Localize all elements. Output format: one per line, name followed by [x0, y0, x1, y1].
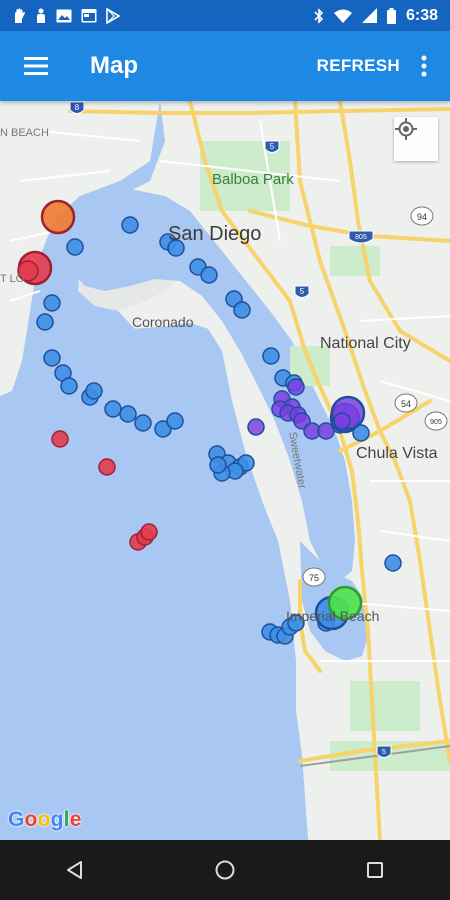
shield-r75: 75: [302, 567, 326, 587]
blue-sensor-marker[interactable]: [200, 266, 218, 284]
blue-sensor-marker[interactable]: [209, 456, 227, 474]
page-title: Map: [90, 52, 138, 79]
purple-sensor-marker[interactable]: [333, 412, 351, 430]
green-area-2: [350, 681, 420, 731]
hand-icon: [15, 8, 25, 23]
blue-sensor-marker[interactable]: [104, 400, 122, 418]
svg-text:5: 5: [300, 287, 305, 296]
blue-sensor-marker[interactable]: [66, 238, 84, 256]
shield-i8: 8: [69, 101, 85, 114]
red-sensor-marker[interactable]: [98, 458, 116, 476]
wifi-icon: [333, 9, 352, 23]
shield-r54: 54: [394, 393, 418, 413]
my-location-button[interactable]: [394, 117, 438, 161]
label-chula-vista: Chula Vista: [356, 445, 438, 462]
label-national-city: National City: [320, 335, 411, 352]
hamburger-menu-icon: [24, 57, 48, 75]
notification-icons: [12, 7, 120, 24]
blue-sensor-marker[interactable]: [233, 301, 251, 319]
label-ocean-beach: N BEACH: [0, 127, 49, 139]
svg-text:5: 5: [270, 142, 275, 151]
red-sensor-marker[interactable]: [51, 430, 69, 448]
svg-text:5: 5: [382, 749, 386, 756]
image-icon: [56, 9, 72, 22]
blue-sensor-marker[interactable]: [262, 347, 280, 365]
shield-r905: 905: [424, 411, 448, 431]
blue-sensor-marker[interactable]: [166, 412, 184, 430]
svg-text:905: 905: [430, 419, 442, 426]
recents-square-icon: [367, 862, 383, 878]
label-point-loma: T LO: [0, 273, 25, 285]
blue-sensor-marker[interactable]: [36, 313, 54, 331]
blue-sensor-marker[interactable]: [43, 349, 61, 367]
back-triangle-icon: [67, 861, 82, 879]
blue-sensor-marker[interactable]: [119, 405, 137, 423]
shield-i5-south: 5: [376, 745, 392, 758]
blue-sensor-marker[interactable]: [60, 377, 78, 395]
menu-button[interactable]: [12, 42, 60, 90]
blue-sensor-marker[interactable]: [121, 216, 139, 234]
recents-button[interactable]: [345, 840, 405, 900]
shield-i5-north: 5: [264, 140, 280, 153]
home-button[interactable]: [195, 840, 255, 900]
system-nav-bar: [0, 840, 450, 900]
more-vert-icon: [421, 55, 427, 77]
svg-text:8: 8: [75, 103, 80, 112]
label-balboa-park: Balboa Park: [212, 171, 294, 188]
map-view[interactable]: 8 5 5 805 94 54 75 905 5 Balboa Park San…: [0, 101, 450, 840]
back-button[interactable]: [45, 840, 105, 900]
blue-sensor-marker[interactable]: [43, 294, 61, 312]
person-icon: [37, 8, 45, 23]
svg-text:805: 805: [355, 234, 367, 241]
label-san-diego: San Diego: [168, 223, 262, 245]
red-sensor-marker[interactable]: [140, 523, 158, 541]
refresh-button[interactable]: REFRESH: [313, 48, 404, 84]
label-coronado: Coronado: [132, 314, 194, 330]
my-location-icon: [395, 118, 417, 140]
overflow-menu-button[interactable]: [404, 42, 444, 90]
svg-text:54: 54: [401, 399, 411, 409]
blue-sensor-marker[interactable]: [384, 554, 402, 572]
status-time: 6:38: [405, 6, 438, 24]
map-canvas: 8 5 5 805 94 54 75 905 5: [0, 101, 450, 840]
purple-sensor-marker[interactable]: [247, 418, 265, 436]
calendar-icon: [81, 9, 97, 23]
purple-sensor-marker[interactable]: [287, 378, 305, 396]
shield-i805: 805: [348, 230, 374, 244]
green-area-1: [330, 246, 380, 276]
status-bar: 6:38: [0, 0, 450, 31]
svg-text:94: 94: [417, 212, 427, 222]
home-circle-icon: [215, 860, 235, 880]
system-icons: 6:38: [314, 7, 438, 25]
blue-sensor-marker[interactable]: [134, 414, 152, 432]
battery-icon: [386, 7, 396, 24]
label-imperial-beach: Imperial Beach: [286, 608, 380, 624]
google-logo-text: Google: [8, 808, 82, 831]
google-logo: Google: [8, 808, 82, 832]
blue-sensor-marker[interactable]: [85, 382, 103, 400]
orange-sensor-marker[interactable]: [40, 199, 76, 235]
svg-text:75: 75: [309, 573, 319, 583]
shield-r94: 94: [410, 206, 434, 226]
app-bar: Map REFRESH: [0, 31, 450, 101]
bluetooth-icon: [314, 7, 324, 24]
play-store-icon: [106, 7, 120, 24]
cellular-icon: [361, 8, 377, 23]
shield-i5-center: 5: [294, 285, 310, 298]
